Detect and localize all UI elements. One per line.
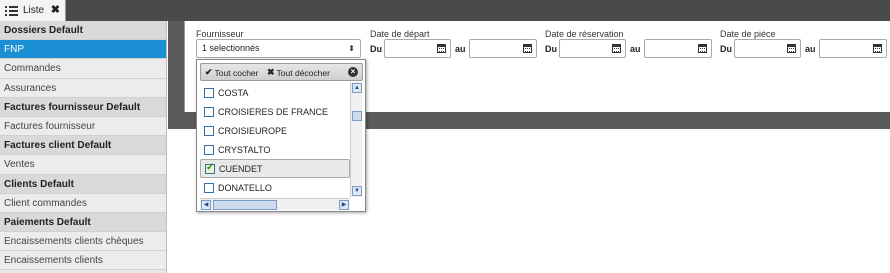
calendar-icon[interactable] bbox=[523, 44, 532, 53]
uncheck-all-button[interactable]: ✖ Tout décocher bbox=[267, 67, 330, 78]
option-label: COSTA bbox=[218, 87, 249, 98]
sidebar-item[interactable]: Ventes bbox=[0, 155, 166, 175]
sidebar-section-header: Factures fournisseur Default bbox=[0, 97, 166, 117]
list-icon bbox=[5, 5, 18, 16]
date-depart-to-input[interactable] bbox=[469, 39, 537, 58]
sidebar-item[interactable]: Client commandes bbox=[0, 193, 166, 213]
checkbox[interactable] bbox=[205, 162, 215, 174]
option-item[interactable]: CROISIERES DE FRANCE bbox=[200, 102, 350, 121]
sidebar-item[interactable]: Factures fournisseur bbox=[0, 116, 166, 137]
date-reservation-from-label: Du bbox=[545, 44, 557, 54]
vertical-scrollbar[interactable]: ▲ ▼ bbox=[350, 82, 362, 197]
checkbox[interactable] bbox=[204, 87, 214, 98]
calendar-icon[interactable] bbox=[612, 44, 621, 53]
date-reservation-to-input[interactable] bbox=[644, 39, 712, 58]
options-list: COSTA CROISIERES DE FRANCE CROISIEUROPE CRY… bbox=[200, 82, 350, 197]
scroll-left-icon[interactable]: ◀ bbox=[201, 200, 211, 210]
date-reservation-label: Date de réservation bbox=[545, 29, 624, 39]
date-piece-from-input[interactable] bbox=[734, 39, 801, 58]
sidebar-section-header: Factures client Default bbox=[0, 136, 166, 156]
tab-liste[interactable]: Liste ✖ bbox=[0, 0, 66, 21]
checkbox[interactable] bbox=[204, 182, 214, 193]
sidebar-item[interactable]: FNP bbox=[0, 40, 166, 60]
date-depart-label: Date de départ bbox=[370, 29, 430, 39]
fournisseur-dropdown: ✔ Tout cocher ✖ Tout décocher × COSTA CRO… bbox=[196, 59, 366, 212]
option-label: CUENDET bbox=[219, 163, 263, 174]
option-item[interactable]: CRYSTALTO bbox=[200, 140, 350, 159]
close-icon[interactable]: × bbox=[348, 67, 358, 77]
scroll-up-icon[interactable]: ▲ bbox=[352, 83, 362, 93]
date-reservation-to-label: au bbox=[630, 44, 641, 54]
uncheck-all-label: Tout décocher bbox=[276, 67, 330, 78]
option-item[interactable]: DONATELLO bbox=[200, 178, 350, 197]
top-tab-bar: Liste ✖ bbox=[0, 0, 890, 21]
date-depart-from-label: Du bbox=[370, 44, 382, 54]
cross-icon: ✖ bbox=[267, 67, 275, 77]
calendar-icon[interactable] bbox=[787, 44, 796, 53]
checkbox[interactable] bbox=[204, 125, 214, 136]
tab-label: Liste bbox=[23, 5, 45, 16]
scroll-right-icon[interactable]: ▶ bbox=[339, 200, 349, 210]
fournisseur-select[interactable]: 1 selectionnés ⬍ bbox=[196, 39, 361, 58]
scroll-thumb[interactable] bbox=[213, 200, 277, 210]
option-label: DONATELLO bbox=[218, 182, 272, 193]
sidebar-item[interactable]: Commandes bbox=[0, 59, 166, 79]
date-reservation-from-input[interactable] bbox=[559, 39, 626, 58]
option-label: CRYSTALTO bbox=[218, 144, 271, 155]
calendar-icon[interactable] bbox=[873, 44, 882, 53]
date-depart-to-label: au bbox=[455, 44, 466, 54]
check-all-label: Tout cocher bbox=[214, 67, 259, 78]
scroll-thumb[interactable] bbox=[352, 111, 362, 121]
check-all-button[interactable]: ✔ Tout cocher bbox=[205, 67, 259, 78]
date-piece-to-label: au bbox=[805, 44, 816, 54]
check-icon: ✔ bbox=[205, 67, 213, 77]
option-label: CROISIEUROPE bbox=[218, 125, 288, 136]
horizontal-scrollbar[interactable]: ◀ ▶ bbox=[200, 198, 350, 210]
fournisseur-select-value: 1 selectionnés bbox=[202, 43, 260, 53]
calendar-icon[interactable] bbox=[437, 44, 446, 53]
checkbox[interactable] bbox=[204, 106, 214, 117]
checkbox[interactable] bbox=[204, 144, 214, 155]
sidebar-section-header: Dossiers Default bbox=[0, 21, 166, 41]
date-piece-to-input[interactable] bbox=[819, 39, 887, 58]
sidebar-item[interactable]: Encaissements clients chèques bbox=[0, 232, 166, 252]
option-label: CROISIERES DE FRANCE bbox=[218, 106, 329, 117]
sidebar-section-header: Paiements Default bbox=[0, 212, 166, 233]
sidebar-item[interactable]: Encaissements clients bbox=[0, 251, 166, 271]
date-piece-label: Date de pièce bbox=[720, 29, 776, 39]
calendar-icon[interactable] bbox=[698, 44, 707, 53]
sidebar-item[interactable]: Assurances bbox=[0, 78, 166, 98]
dropdown-header: ✔ Tout cocher ✖ Tout décocher × bbox=[200, 63, 363, 81]
sidebar-section-header: Clients Default bbox=[0, 174, 166, 194]
close-icon[interactable]: ✖ bbox=[51, 3, 60, 16]
option-item[interactable]: CROISIEUROPE bbox=[200, 121, 350, 140]
fournisseur-label: Fournisseur bbox=[196, 29, 244, 39]
select-arrows-icon: ⬍ bbox=[348, 44, 355, 53]
option-item[interactable]: CUENDET bbox=[200, 159, 350, 178]
sidebar: Dossiers Default FNP Commandes Assurances Fa… bbox=[0, 21, 167, 273]
date-depart-from-input[interactable] bbox=[384, 39, 451, 58]
option-item[interactable]: COSTA bbox=[200, 83, 350, 102]
date-piece-from-label: Du bbox=[720, 44, 732, 54]
scroll-down-icon[interactable]: ▼ bbox=[352, 186, 362, 196]
